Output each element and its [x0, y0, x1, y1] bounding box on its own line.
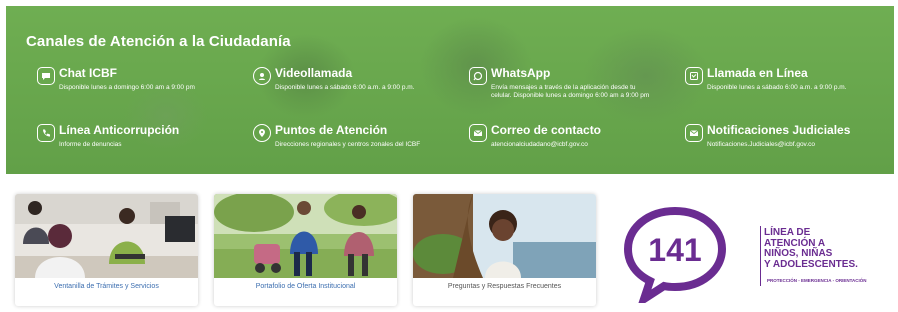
child-photo: [413, 194, 596, 278]
card-label: Portafolio de Oferta Institucional: [255, 283, 356, 290]
channel-desc: Direcciones regionales y centros zonales…: [275, 141, 421, 148]
banner-title: Canales de Atención a la Ciudadanía: [26, 33, 291, 50]
channel-name: Chat ICBF: [59, 66, 117, 80]
logo-line: LÍNEA DE: [764, 227, 811, 238]
whatsapp-icon: [469, 67, 487, 85]
card-preguntas[interactable]: Preguntas y Respuestas Frecuentes: [413, 194, 596, 306]
channel-name: Videollamada: [275, 66, 353, 80]
mail-icon: [469, 124, 487, 142]
channel-desc: atencionalciudadano@icbf.gov.co: [491, 141, 588, 148]
park-photo: [214, 194, 397, 278]
logo-line: Y ADOLESCENTES.: [764, 258, 858, 270]
logo-line: NIÑOS, NIÑAS: [764, 248, 833, 259]
channel-desc: Disponible lunes a sábado 6:00 a.m. a 9:…: [275, 84, 415, 91]
channels-banner: Canales de Atención a la Ciudadanía Chat…: [6, 6, 894, 174]
channel-desc: Envía mensajes a través de la aplicación…: [491, 84, 650, 99]
logo-number: 141: [648, 232, 701, 268]
channel-desc: Informe de denuncias: [59, 141, 122, 148]
logo-divider: [760, 226, 761, 286]
channel-name: Correo de contacto: [491, 123, 602, 137]
card-portafolio[interactable]: Portafolio de Oferta Institucional: [214, 194, 397, 306]
logo-tagline: PROTECCIÓN - EMERGENCIA - ORIENTACIÓN: [767, 278, 867, 283]
channel-name: WhatsApp: [491, 66, 551, 80]
chat-icon: [37, 67, 55, 85]
card-label: Ventanilla de Trámites y Servicios: [54, 283, 159, 290]
channel-desc: Notificaciones.Judiciales@icbf.gov.co: [707, 141, 815, 148]
video-icon: [253, 67, 271, 85]
channel-desc: Disponible lunes a sábado 6:00 a.m. a 9:…: [707, 84, 847, 91]
channel-desc: Disponible lunes a domingo 6:00 am a 9:0…: [59, 84, 195, 91]
phone-screen-icon: [685, 67, 703, 85]
office-photo: [15, 194, 198, 278]
card-ventanilla[interactable]: Ventanilla de Trámites y Servicios: [15, 194, 198, 306]
channel-name: Línea Anticorrupción: [59, 123, 180, 137]
line-141-logo: 141: [623, 206, 727, 303]
card-label: Preguntas y Respuestas Frecuentes: [447, 283, 562, 290]
channel-name: Notificaciones Judiciales: [707, 123, 851, 137]
phone-icon: [37, 124, 55, 142]
logo-text: LÍNEA DE ATENCIÓN A NIÑOS, NIÑAS Y ADOLE…: [764, 227, 889, 270]
channel-name: Puntos de Atención: [275, 123, 388, 137]
location-pin-icon: [253, 124, 271, 142]
channel-name: Llamada en Línea: [707, 66, 808, 80]
mail-icon: [685, 124, 703, 142]
